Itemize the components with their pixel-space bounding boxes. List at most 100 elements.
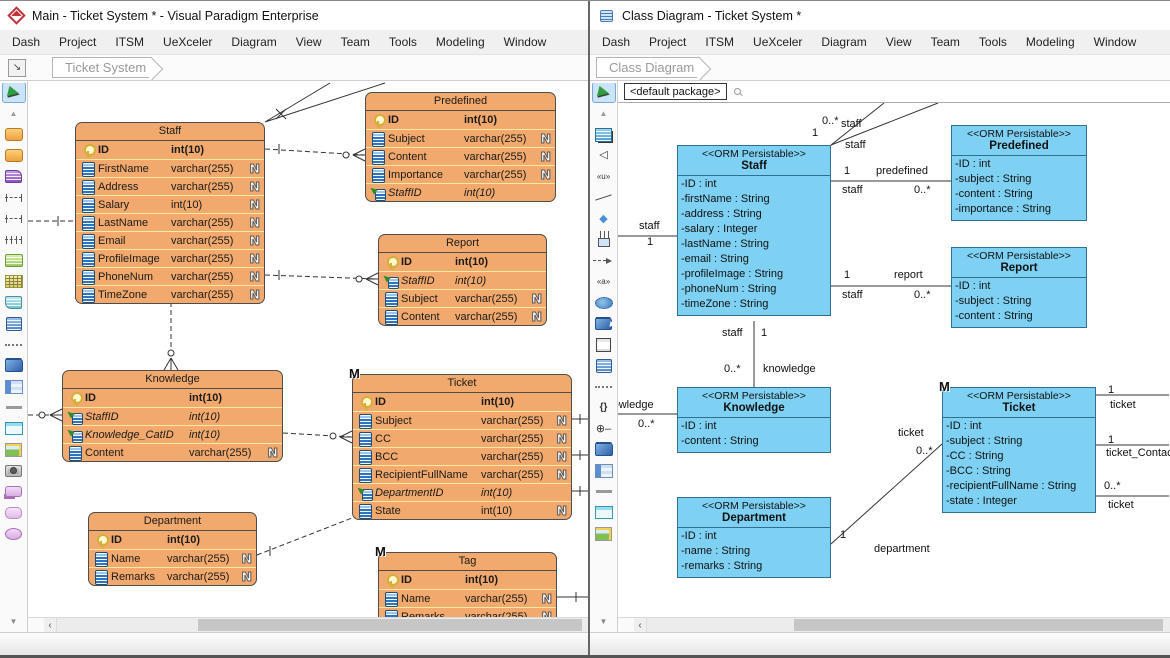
table-column-row[interactable]: StaffID int(10): [379, 271, 546, 289]
table-column-row[interactable]: BCC varchar(255) N: [353, 447, 571, 465]
table-column-row[interactable]: Content varchar(255) N: [63, 443, 282, 461]
table-column-row[interactable]: State int(10) N: [353, 501, 571, 519]
scrollbar-track[interactable]: [647, 618, 1170, 632]
erd-table-staff[interactable]: Staff ID int(10): [75, 122, 265, 304]
table-column-row[interactable]: RecipientFullName varchar(255) N: [353, 465, 571, 483]
erd-table-ticket[interactable]: M Ticket ID int(10): [352, 374, 572, 520]
dotted-separator[interactable]: [593, 377, 615, 396]
table-column-row[interactable]: LastName varchar(255) N: [76, 213, 264, 231]
table-column-row[interactable]: Name varchar(255) N: [379, 589, 556, 607]
title-bar[interactable]: Class Diagram - Ticket System *: [590, 1, 1170, 30]
separator[interactable]: [3, 398, 25, 417]
class-staff[interactable]: <<ORM Persistable>> Staff -ID : int-firs…: [677, 145, 831, 316]
breadcrumb-tab[interactable]: Class Diagram: [596, 57, 700, 78]
usage-tool[interactable]: «u»: [593, 167, 615, 186]
table-column-row[interactable]: ID int(10): [379, 571, 556, 589]
table-column-row[interactable]: ID int(10): [353, 393, 571, 411]
title-bar[interactable]: Main - Ticket System * - Visual Paradigm…: [0, 1, 588, 30]
menu-item[interactable]: Tools: [979, 35, 1007, 49]
erd-table-predefined[interactable]: Predefined ID int(10): [365, 92, 556, 202]
erd-table-tag[interactable]: M Tag ID int(10): [378, 552, 557, 617]
toolbox-scroll-down-icon[interactable]: ▼: [600, 617, 608, 632]
menu-item[interactable]: Modeling: [436, 35, 485, 49]
association-tool[interactable]: [593, 188, 615, 207]
table-column-row[interactable]: Email varchar(255) N: [76, 231, 264, 249]
scroll-up-icon[interactable]: ▲: [593, 104, 615, 123]
database-view-tool[interactable]: [3, 314, 25, 333]
table-column-row[interactable]: Name varchar(255) N: [89, 549, 256, 567]
scrollbar-thumb[interactable]: [198, 619, 582, 631]
pointer-tool[interactable]: [593, 83, 615, 102]
table-column-row[interactable]: ID int(10): [379, 253, 546, 271]
erd-table-knowledge[interactable]: Knowledge ID int(10): [62, 370, 283, 462]
table-column-row[interactable]: Content varchar(255) N: [379, 307, 546, 325]
constraint-tool[interactable]: {}: [593, 398, 615, 417]
table-column-row[interactable]: FirstName varchar(255) N: [76, 159, 264, 177]
menu-item[interactable]: Window: [504, 35, 547, 49]
table-column-row[interactable]: Knowledge_CatID int(10): [63, 425, 282, 443]
menu-item[interactable]: Modeling: [1026, 35, 1075, 49]
separator[interactable]: [593, 482, 615, 501]
table-column-row[interactable]: Remarks varchar(255) N: [379, 607, 556, 617]
image-tool[interactable]: [593, 524, 615, 543]
erd-table-department[interactable]: Department ID int(10): [88, 512, 257, 586]
table-column-row[interactable]: DepartmentID int(10): [353, 483, 571, 501]
port-tool[interactable]: ⊕–: [593, 419, 615, 438]
menu-item[interactable]: Diagram: [821, 35, 866, 49]
table-column-row[interactable]: Remarks varchar(255) N: [89, 567, 256, 585]
toolbox-scroll-down-icon[interactable]: ▼: [10, 617, 18, 632]
many-to-many-relationship-tool[interactable]: [3, 230, 25, 249]
subsystem-tool[interactable]: [593, 314, 615, 333]
scroll-up-icon[interactable]: ▲: [3, 104, 25, 123]
table-column-row[interactable]: ID int(10): [89, 531, 256, 549]
menu-item[interactable]: ITSM: [705, 35, 734, 49]
scroll-left-button[interactable]: ‹: [634, 618, 647, 632]
containment-tool[interactable]: [593, 230, 615, 249]
menu-item[interactable]: Tools: [389, 35, 417, 49]
table-column-row[interactable]: StaffID int(10): [366, 183, 555, 201]
table-column-row[interactable]: CC varchar(255) N: [353, 429, 571, 447]
oval-tool[interactable]: [3, 524, 25, 543]
table-column-row[interactable]: ID int(10): [63, 389, 282, 407]
table-column-row[interactable]: Subject varchar(255) N: [366, 129, 555, 147]
generalization-tool[interactable]: [593, 146, 615, 165]
class-ticket[interactable]: M <<ORM Persistable>> Ticket -ID : int-s…: [942, 387, 1096, 513]
magnifier-icon[interactable]: [734, 88, 741, 95]
package-selector[interactable]: <default package>: [624, 83, 727, 100]
entity-tool[interactable]: [3, 125, 25, 144]
class-report[interactable]: <<ORM Persistable>> Report -ID : int-sub…: [951, 247, 1087, 328]
dependency-tool[interactable]: [593, 251, 615, 270]
table-column-row[interactable]: Address varchar(255) N: [76, 177, 264, 195]
stored-procedure-tool[interactable]: [3, 293, 25, 312]
breadcrumb-tab[interactable]: Ticket System: [52, 57, 152, 78]
menu-item[interactable]: Team: [931, 35, 960, 49]
menu-item[interactable]: UeXceler: [753, 35, 802, 49]
entity-parent-tool[interactable]: [3, 146, 25, 165]
table-column-row[interactable]: Importance varchar(255) N: [366, 165, 555, 183]
scrollbar-track[interactable]: [57, 618, 588, 632]
table-column-row[interactable]: PhoneNum varchar(255) N: [76, 267, 264, 285]
menu-item[interactable]: Project: [59, 35, 96, 49]
table-column-row[interactable]: ID int(10): [366, 111, 555, 129]
table-column-row[interactable]: Subject varchar(255) N: [353, 411, 571, 429]
menu-item[interactable]: View: [886, 35, 912, 49]
rectangle-tool[interactable]: [3, 419, 25, 438]
table-column-row[interactable]: Content varchar(255) N: [366, 147, 555, 165]
table-column-row[interactable]: ID int(10): [76, 141, 264, 159]
sequence-tool[interactable]: [3, 251, 25, 270]
class-tool[interactable]: [593, 125, 615, 144]
package-tool[interactable]: [3, 356, 25, 375]
menu-item[interactable]: UeXceler: [163, 35, 212, 49]
table-record-tool[interactable]: [3, 272, 25, 291]
menu-item[interactable]: Dash: [602, 35, 630, 49]
class-knowledge[interactable]: <<ORM Persistable>> Knowledge -ID : int-…: [677, 387, 831, 453]
component-tool[interactable]: [593, 335, 615, 354]
table-column-row[interactable]: Subject varchar(255) N: [379, 289, 546, 307]
one-to-many-relationship-tool[interactable]: [3, 209, 25, 228]
erd-canvas[interactable]: Staff ID int(10): [28, 81, 588, 617]
callout-tool[interactable]: [3, 482, 25, 501]
aggregation-tool[interactable]: ◆: [593, 209, 615, 228]
rounded-rectangle-tool[interactable]: [3, 503, 25, 522]
table-column-row[interactable]: Salary int(10) N: [76, 195, 264, 213]
table-column-row[interactable]: ProfileImage varchar(255) N: [76, 249, 264, 267]
